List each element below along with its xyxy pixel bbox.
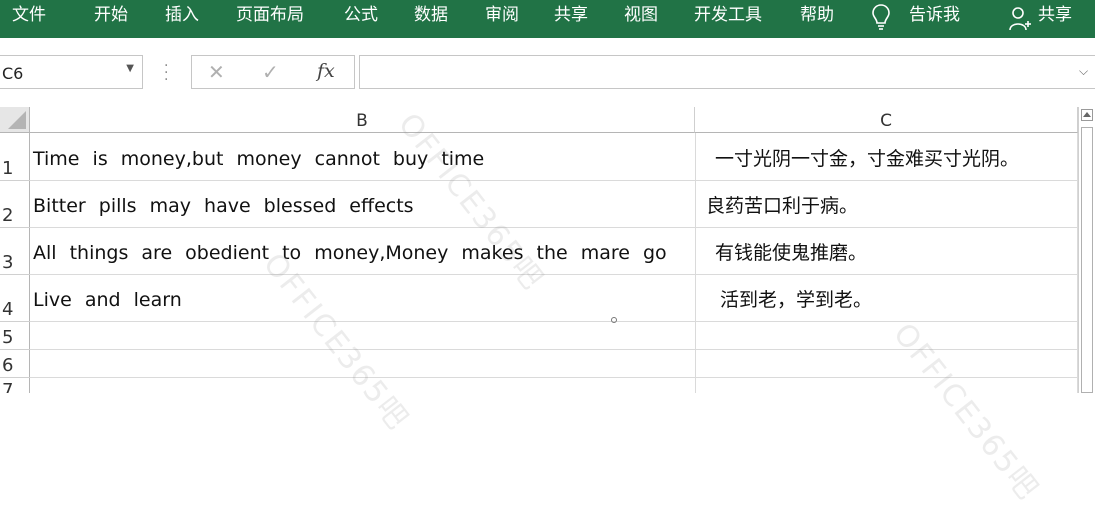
- row-header-2[interactable]: 2: [0, 180, 30, 227]
- column-header-b[interactable]: B: [30, 107, 695, 133]
- cell-b1[interactable]: Time is money,but money cannot buy time: [33, 147, 484, 171]
- tab-view[interactable]: 视图: [624, 4, 658, 26]
- tab-home[interactable]: 开始: [94, 4, 128, 26]
- cell-c4[interactable]: 活到老，学到老。: [720, 288, 872, 312]
- ribbon-tab-bar: 文件 开始 插入 页面布局 公式 数据 审阅 共享 视图 开发工具 帮助 告诉我…: [0, 0, 1095, 38]
- row-number: 3: [2, 252, 14, 273]
- gridline: [0, 274, 30, 275]
- drag-handle-icon[interactable]: · · ·: [164, 59, 168, 87]
- row-header-7[interactable]: 7: [0, 377, 30, 393]
- row-header-3[interactable]: 3: [0, 227, 30, 274]
- cell-b3[interactable]: All things are obedient to money,Money m…: [33, 241, 667, 265]
- person-share-icon[interactable]: [1008, 6, 1032, 32]
- watermark: OFFICE365吧: [886, 316, 1046, 508]
- select-all-triangle-icon: [8, 111, 26, 129]
- cell-b2[interactable]: Bitter pills may have blessed effects: [33, 194, 414, 218]
- gridline: [0, 377, 30, 378]
- insert-function-button[interactable]: fx: [317, 60, 335, 82]
- row-header-6[interactable]: 6: [0, 349, 30, 377]
- formula-input[interactable]: [359, 55, 1095, 89]
- gridline: [695, 133, 696, 393]
- tab-developer[interactable]: 开发工具: [694, 4, 762, 26]
- expand-formula-bar-icon[interactable]: ⌵: [1079, 64, 1088, 79]
- tell-me-search[interactable]: 告诉我: [909, 4, 960, 26]
- row-header-4[interactable]: 4: [0, 274, 30, 321]
- watermark: OFFICE365吧: [256, 246, 416, 438]
- lightbulb-icon[interactable]: [871, 3, 891, 31]
- row-number: 6: [2, 355, 14, 376]
- tab-data[interactable]: 数据: [414, 4, 448, 26]
- column-header-c[interactable]: C: [695, 107, 1078, 133]
- gridline: [0, 180, 30, 181]
- gridline: [30, 274, 1078, 275]
- share-button[interactable]: 共享: [1038, 4, 1072, 26]
- gridline: [30, 377, 1078, 378]
- row-number: 7: [2, 380, 14, 393]
- row-number: 1: [2, 158, 14, 179]
- gridline: [30, 321, 1078, 322]
- row-number: 4: [2, 299, 14, 320]
- tab-file[interactable]: 文件: [12, 4, 46, 26]
- formula-buttons: ✕ ✓ fx: [191, 55, 355, 89]
- tab-insert[interactable]: 插入: [165, 4, 199, 26]
- tab-review[interactable]: 审阅: [485, 4, 519, 26]
- gridline: [30, 227, 1078, 228]
- gridline: [0, 321, 30, 322]
- row-header-5[interactable]: 5: [0, 321, 30, 349]
- cell-b4[interactable]: Live and learn: [33, 288, 182, 312]
- name-box[interactable]: C6 ▼: [0, 55, 143, 89]
- formula-bar: C6 ▼ · · · ✕ ✓ fx ⌵: [0, 38, 1095, 107]
- gridline: [30, 349, 1078, 350]
- tab-page-layout[interactable]: 页面布局: [236, 4, 304, 26]
- vertical-scrollbar[interactable]: [1078, 107, 1095, 393]
- scrollbar-thumb[interactable]: [1081, 127, 1093, 393]
- gridline: [0, 349, 30, 350]
- tab-help[interactable]: 帮助: [800, 4, 834, 26]
- gridline: [30, 180, 1078, 181]
- mouse-cursor-icon: [611, 317, 617, 323]
- row-number: 5: [2, 327, 14, 348]
- tab-formulas[interactable]: 公式: [344, 4, 378, 26]
- row-header-1[interactable]: 1: [0, 133, 30, 180]
- tab-share[interactable]: 共享: [554, 4, 588, 26]
- gridline: [0, 227, 30, 228]
- row-number: 2: [2, 205, 14, 226]
- cell-c2[interactable]: 良药苦口利于病。: [706, 194, 858, 218]
- enter-icon[interactable]: ✓: [262, 60, 279, 84]
- select-all-button[interactable]: [0, 107, 30, 133]
- cell-c1[interactable]: 一寸光阴一寸金，寸金难买寸光阴。: [715, 147, 1019, 171]
- cell-c3[interactable]: 有钱能使鬼推磨。: [715, 241, 867, 265]
- chevron-down-icon[interactable]: ▼: [126, 63, 134, 74]
- spreadsheet-grid: B C 1 2 3 4 5 6 7 Time is money,but mone…: [0, 107, 1095, 507]
- scroll-up-arrow-icon[interactable]: [1081, 109, 1093, 121]
- name-box-value: C6: [2, 64, 24, 83]
- cancel-icon[interactable]: ✕: [208, 60, 225, 84]
